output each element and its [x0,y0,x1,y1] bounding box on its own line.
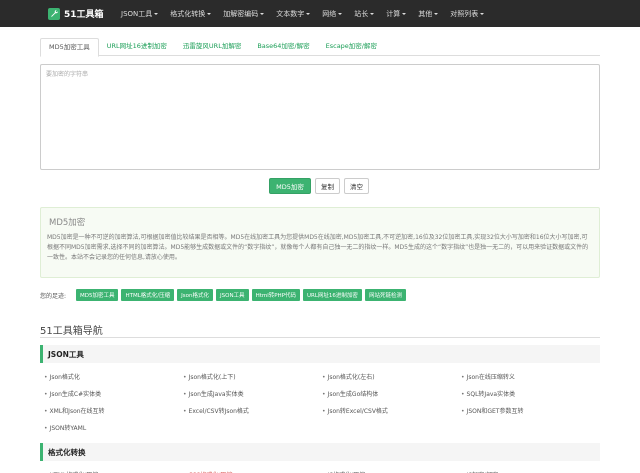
tool-link[interactable]: XML和Json在线互转 [44,403,183,420]
nav-item[interactable]: 网络 [316,9,348,19]
panel-title: 格式化转换 [40,443,600,461]
info-text: MD5加密是一种不可逆的加密算法,可根据加密值比较结果是否相等。MD5在线加密工… [47,234,589,261]
tool-link[interactable]: Excel/CSV转Json格式 [183,403,322,420]
nav-item[interactable]: 对照列表 [444,9,490,19]
nav-item[interactable]: 格式化转换 [164,9,217,19]
md5-info-box: MD5加密 MD5加密是一种不可逆的加密算法,可根据加密值比较结果是否相等。MD… [40,207,600,278]
wrench-icon [48,7,60,20]
tab[interactable]: 迅雷旋风URL加解密 [175,38,249,56]
md5-input[interactable] [40,64,600,170]
footprint-tag[interactable]: JSON工具 [216,289,249,301]
caret-down-icon [207,12,212,15]
tool-link[interactable]: JS格式化/压缩 [322,467,461,473]
nav-item-label: 网络 [322,9,337,18]
nav-item[interactable]: 加解密编码 [217,9,270,19]
panel-format-convert: 格式化转换 HTML格式化/压缩CSS格式化/压缩JS格式化/压缩JS加密/解密 [40,443,600,473]
nav-item-label: 其他 [418,9,433,18]
tool-link[interactable]: Json格式化 [44,369,183,386]
tab[interactable]: Base64加密/解密 [249,38,317,56]
nav-item-label: 格式化转换 [170,9,206,18]
nav-item[interactable]: 站长 [348,9,380,19]
tool-link[interactable]: Json格式化(左右) [322,369,461,386]
caret-down-icon [402,12,407,15]
panel-links: HTML格式化/压缩CSS格式化/压缩JS格式化/压缩JS加密/解密 [40,461,600,473]
brand-logo[interactable]: 51工具箱 [48,7,110,20]
footprint-tag[interactable]: 网站死链检测 [364,289,406,301]
nav-item-label: 对照列表 [450,9,479,18]
nav-menu: JSON工具 格式化转换 加解密编码 文本数字 网络 站长 计算 其他 对照列表 [115,9,490,19]
panel-json-tools: JSON工具 Json格式化Json格式化(上下)Json格式化(左右)Json… [40,345,600,437]
footprint-tags: MD5加密工具 HTML格式化/压缩 Json格式化 JSON工具 Html转PHP代码… [76,289,406,301]
top-navbar: 51工具箱 JSON工具 格式化转换 加解密编码 文本数字 网络 站长 计算 其他 对照列表 [0,0,640,27]
tool-tabs: MD5加密工具 URL网址16进制加密 迅雷旋风URL加解密 Base64加密/解密 E… [40,38,600,57]
nav-item[interactable]: 计算 [380,9,412,19]
footprint-tag[interactable]: HTML格式化/压缩 [121,289,175,301]
footprint-tag[interactable]: Html转PHP代码 [251,289,301,301]
action-buttons: MD5加密 复制 清空 [269,178,369,194]
tool-link[interactable]: JS加密/解密 [461,467,600,473]
tool-link[interactable]: Json转Excel/CSV格式 [322,403,461,420]
footprint-tag[interactable]: URL网址16进制加密 [303,289,362,301]
tool-link[interactable]: Json生成C#实体类 [44,386,183,403]
tool-link[interactable]: JSON转YAML [44,420,183,437]
nav-item-label: 计算 [386,9,401,18]
tool-link[interactable]: HTML格式化/压缩 [44,467,183,473]
tool-link[interactable]: Json格式化(上下) [183,369,322,386]
footprint-label: 您的足迹: [40,293,67,300]
nav-item[interactable]: 其他 [412,9,444,19]
nav-section-title: 51工具箱导航 [40,326,103,337]
tool-link[interactable]: Json在线压缩转义 [461,369,600,386]
tool-link[interactable]: Json生成Go结构体 [322,386,461,403]
tool-link[interactable]: SQL转Java实体类 [461,386,600,403]
info-title: MD5加密 [49,218,86,228]
tool-link[interactable]: JSON和GET参数互转 [461,403,600,420]
caret-down-icon [338,12,343,15]
caret-down-icon [154,12,159,15]
clear-button[interactable]: 清空 [344,178,369,194]
footprint-tag[interactable]: Json格式化 [177,289,213,301]
tab[interactable]: Escape加密/解密 [318,38,385,56]
footprint-tag[interactable]: MD5加密工具 [76,289,119,301]
tab[interactable]: URL网址16进制加密 [99,38,175,56]
nav-item-label: JSON工具 [121,9,153,18]
caret-down-icon [306,12,311,15]
panel-links: Json格式化Json格式化(上下)Json格式化(左右)Json在线压缩转义J… [40,363,600,437]
caret-down-icon [260,12,265,15]
section-divider [40,337,600,338]
caret-down-icon [480,12,485,15]
tool-link[interactable]: Json生成Java实体类 [183,386,322,403]
nav-item-label: 文本数字 [276,9,305,18]
brand-name: 51工具箱 [64,10,104,20]
tab[interactable]: MD5加密工具 [40,38,99,57]
panel-title: JSON工具 [40,345,600,363]
nav-item[interactable]: JSON工具 [115,9,164,19]
md5-encrypt-button[interactable]: MD5加密 [269,178,311,194]
copy-button[interactable]: 复制 [315,178,340,194]
tool-link[interactable]: CSS格式化/压缩 [183,467,322,473]
nav-item-label: 站长 [354,9,369,18]
nav-item[interactable]: 文本数字 [270,9,316,19]
caret-down-icon [434,12,439,15]
caret-down-icon [370,12,375,15]
nav-item-label: 加解密编码 [223,9,259,18]
